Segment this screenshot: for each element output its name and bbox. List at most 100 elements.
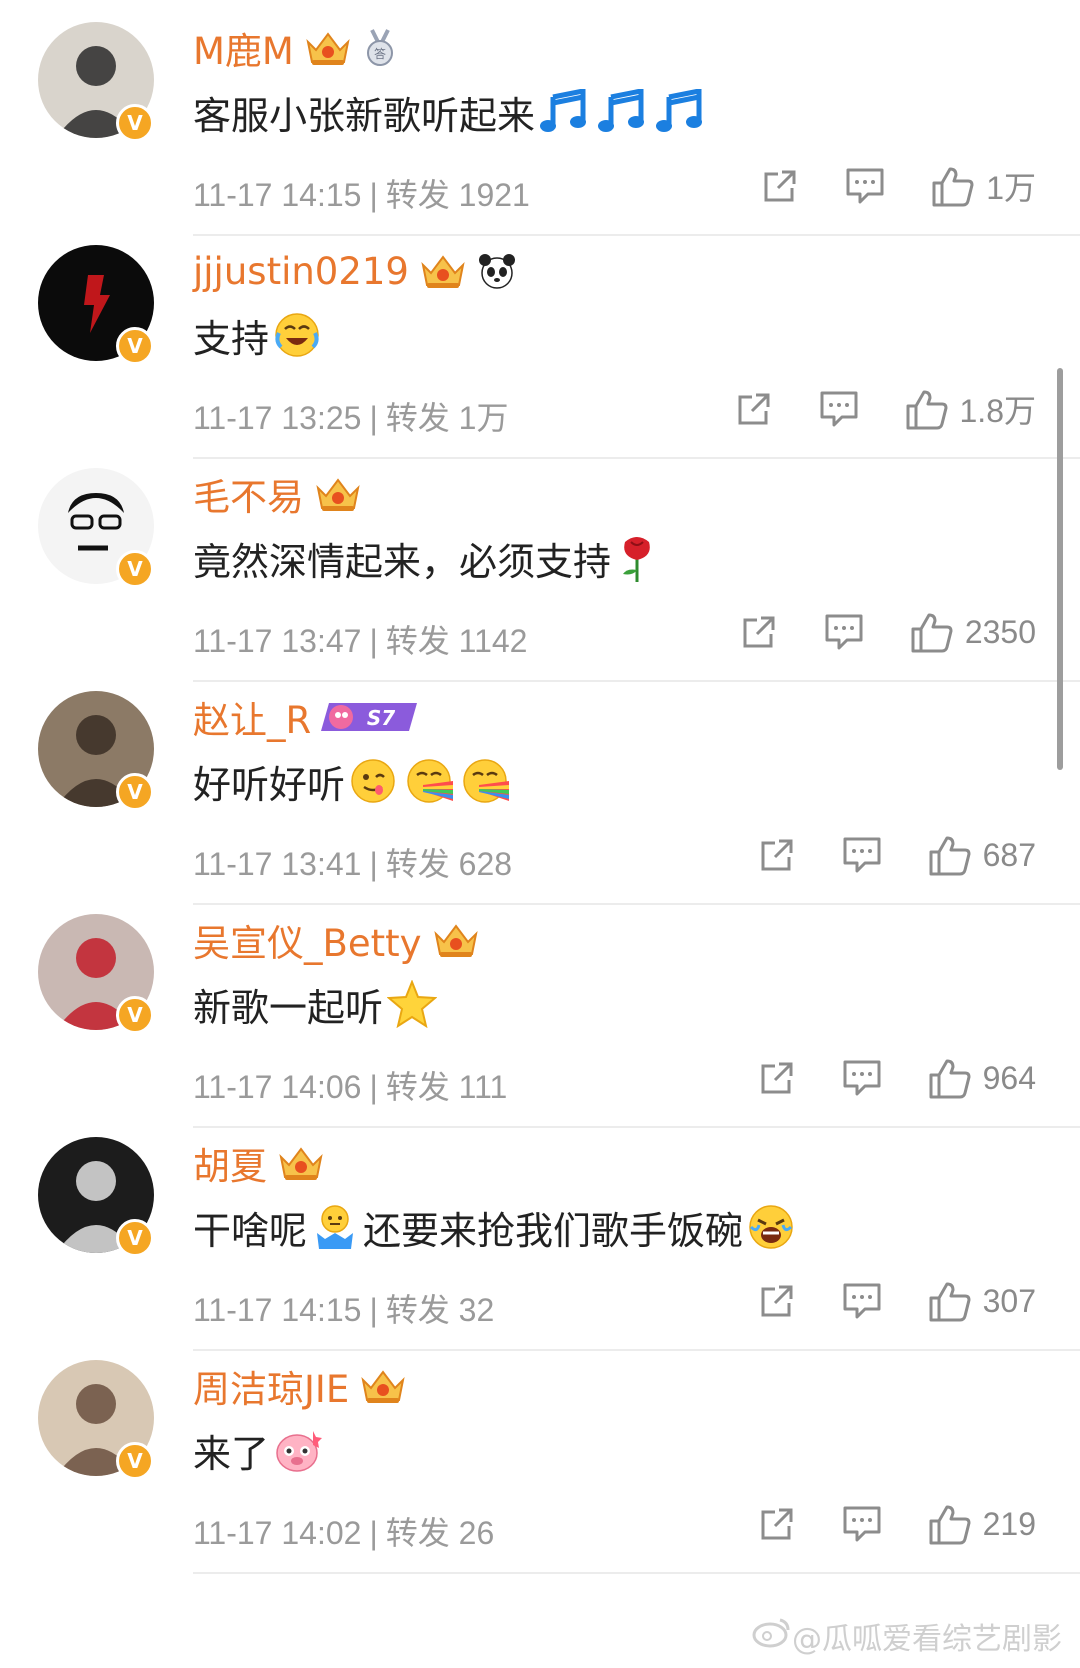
comment-item: V 赵让_R S7 好听好听 11-17 13:41 | 转发 628 687 <box>0 669 1080 905</box>
comment-item: V M鹿M 答 客服小张新歌听起来 11-17 14:15 | 转发 1921 1万 <box>0 0 1080 236</box>
rainbow-emoji <box>461 757 510 805</box>
repost-icon[interactable] <box>757 1504 797 1544</box>
crown-badge <box>314 474 362 514</box>
repost-icon[interactable] <box>734 389 774 429</box>
comment-meta: 11-17 13:41 | 转发 628 <box>193 846 513 882</box>
timestamp: 11-17 14:15 <box>193 1292 362 1328</box>
comment-actions: 307 <box>757 1275 1036 1327</box>
comment-text: 新歌一起听 <box>193 985 384 1030</box>
s7-badge: S7 <box>321 699 421 735</box>
comment-text: 干啥呢 <box>193 1208 308 1253</box>
repost-label: 转发 <box>385 846 450 882</box>
username[interactable]: 周洁琼JIE <box>193 1359 349 1413</box>
verified-badge-icon: V <box>116 1442 154 1480</box>
weibo-logo-icon <box>752 1616 792 1656</box>
reply-icon[interactable] <box>844 166 886 206</box>
comment-actions: 2350 <box>739 606 1036 658</box>
music-note-emoji <box>655 89 705 135</box>
like-icon[interactable] <box>927 834 971 876</box>
crying-emoji <box>747 1203 795 1251</box>
like-count[interactable]: 687 <box>983 837 1036 874</box>
repost-icon[interactable] <box>739 612 779 652</box>
timestamp: 11-17 14:02 <box>193 1515 362 1551</box>
verified-badge-icon: V <box>116 1219 154 1257</box>
username[interactable]: 赵让_R <box>193 690 311 744</box>
scrollbar[interactable] <box>1057 368 1063 770</box>
reply-icon[interactable] <box>841 835 883 875</box>
comment-item: V 吴宣仪_Betty 新歌一起听 11-17 14:06 | 转发 111 964 <box>0 892 1080 1128</box>
repost-count: 1142 <box>458 623 528 659</box>
like-icon[interactable] <box>927 1280 971 1322</box>
comment-content: 干啥呢 还要来抢我们歌手饭碗 <box>193 1197 799 1257</box>
username[interactable]: 毛不易 <box>193 467 304 521</box>
username[interactable]: 吴宣仪_Betty <box>193 913 422 967</box>
like-count[interactable]: 964 <box>983 1060 1036 1097</box>
comment-item: V 周洁琼JIE 来了 11-17 14:02 | 转发 26 219 <box>0 1338 1080 1574</box>
panda-badge <box>477 251 517 291</box>
comment-text: 好听好听 <box>193 762 346 807</box>
crown-badge <box>304 28 352 68</box>
comment-content: 好听好听 <box>193 751 513 811</box>
like-count[interactable]: 219 <box>983 1506 1036 1543</box>
shrug-emoji <box>311 1203 359 1251</box>
crown-badge <box>419 251 467 291</box>
username[interactable]: M鹿M <box>193 21 294 75</box>
music-note-emoji <box>597 89 647 135</box>
verified-badge-icon: V <box>116 550 154 588</box>
laughing-crying-emoji <box>273 311 321 359</box>
repost-icon[interactable] <box>757 1281 797 1321</box>
verified-badge-icon: V <box>116 773 154 811</box>
reply-icon[interactable] <box>841 1058 883 1098</box>
comment-actions: 1万 <box>760 160 1036 212</box>
like-count[interactable]: 1万 <box>986 163 1036 209</box>
comment-content: 竟然深情起来，必须支持 <box>193 528 663 588</box>
comment-text: 客服小张新歌听起来 <box>193 93 536 138</box>
like-icon[interactable] <box>904 388 948 430</box>
comment-actions: 219 <box>757 1498 1036 1550</box>
like-icon[interactable] <box>927 1057 971 1099</box>
repost-icon[interactable] <box>757 1058 797 1098</box>
reply-icon[interactable] <box>841 1281 883 1321</box>
repost-icon[interactable] <box>757 835 797 875</box>
repost-label: 转发 <box>385 400 450 436</box>
verified-badge-icon: V <box>116 327 154 365</box>
watermark: @瓜呱爱看综艺剧影 <box>752 1614 1062 1658</box>
username[interactable]: jjjustin0219 <box>193 250 409 293</box>
comment-meta: 11-17 14:06 | 转发 111 <box>193 1069 508 1105</box>
like-icon[interactable] <box>927 1503 971 1545</box>
comment-meta: 11-17 14:15 | 转发 1921 <box>193 177 530 213</box>
timestamp: 11-17 13:25 <box>193 400 362 436</box>
timestamp: 11-17 13:47 <box>193 623 362 659</box>
comment-item: V 毛不易 竟然深情起来，必须支持 11-17 13:47 | 转发 1142 23… <box>0 446 1080 682</box>
comment-text: 来了 <box>193 1431 270 1476</box>
cute-pig-emoji <box>273 1425 323 1475</box>
verified-badge-icon: V <box>116 996 154 1034</box>
crown-badge <box>432 920 480 960</box>
repost-count: 1万 <box>458 400 509 436</box>
comment-text: 竟然深情起来，必须支持 <box>193 539 612 584</box>
crown-badge <box>277 1143 325 1183</box>
repost-label: 转发 <box>385 177 450 213</box>
username[interactable]: 胡夏 <box>193 1136 267 1190</box>
reply-icon[interactable] <box>841 1504 883 1544</box>
comment-actions: 964 <box>757 1052 1036 1104</box>
reply-icon[interactable] <box>818 389 860 429</box>
like-count[interactable]: 307 <box>983 1283 1036 1320</box>
like-count[interactable]: 2350 <box>965 614 1036 651</box>
music-note-emoji <box>539 89 589 135</box>
reply-icon[interactable] <box>823 612 865 652</box>
comment-actions: 687 <box>757 829 1036 881</box>
repost-count: 1921 <box>458 177 530 213</box>
rose-emoji <box>615 532 659 584</box>
repost-count: 32 <box>458 1292 495 1328</box>
medal-badge: 答 <box>362 28 398 68</box>
repost-icon[interactable] <box>760 166 800 206</box>
comment-content: 支持 <box>193 305 325 365</box>
like-icon[interactable] <box>930 165 974 207</box>
yummy-emoji <box>349 757 397 805</box>
like-icon[interactable] <box>909 611 953 653</box>
repost-count: 111 <box>458 1069 508 1105</box>
like-count[interactable]: 1.8万 <box>960 386 1037 432</box>
comment-content: 新歌一起听 <box>193 974 441 1034</box>
repost-count: 628 <box>458 846 513 882</box>
